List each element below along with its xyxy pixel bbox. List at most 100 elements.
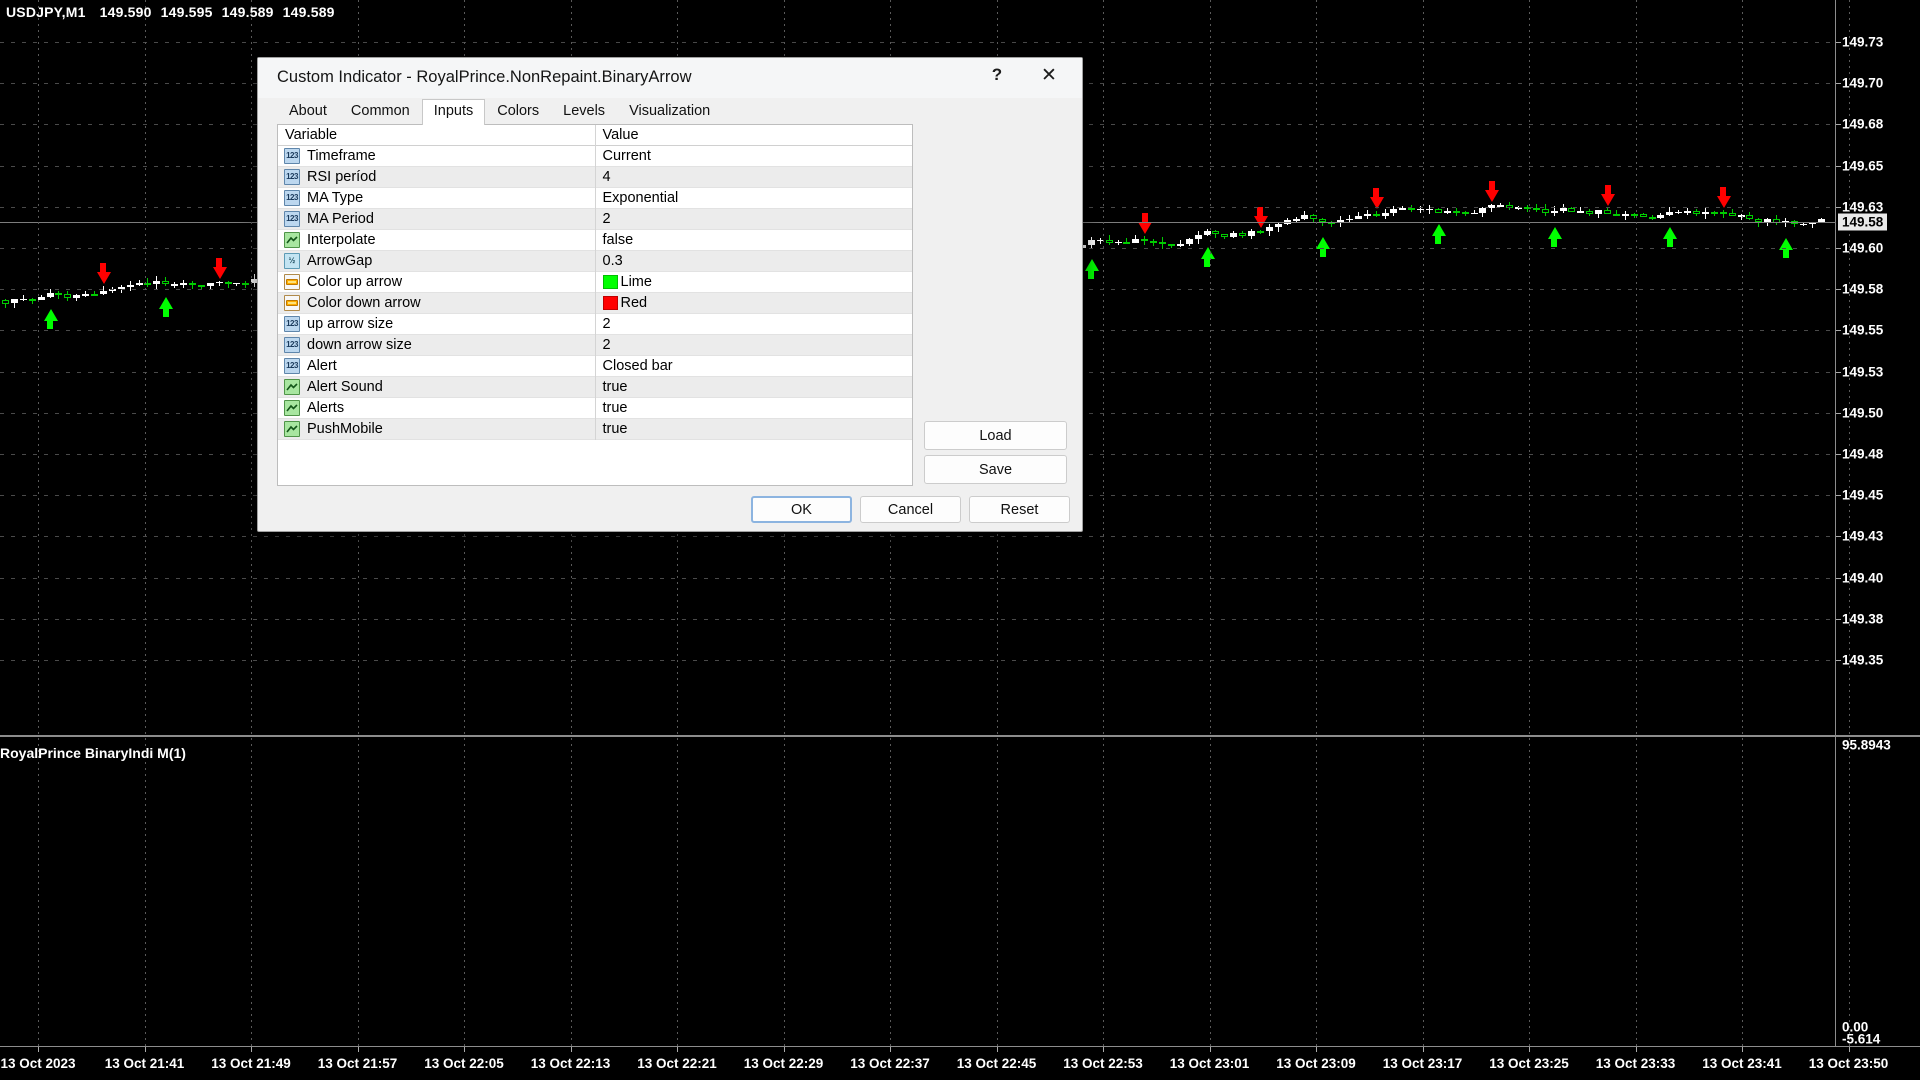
buy-signal-arrow-stem [1782,248,1789,258]
sell-signal-arrow-stem [100,263,107,274]
dialog-titlebar[interactable]: Custom Indicator - RoyalPrince.NonRepain… [258,58,1082,98]
value-cell[interactable]: Current [595,145,912,166]
candle-body [1141,238,1149,241]
price-tickmark [1836,454,1841,455]
value-cell[interactable]: Closed bar [595,355,912,376]
grid-line-horizontal [0,577,1836,579]
table-row[interactable]: Alert Sound true [278,376,912,397]
price-tickmark [1836,42,1841,43]
value-cell[interactable]: 2 [595,334,912,355]
save-button[interactable]: Save [924,455,1067,484]
value-text: true [602,399,628,416]
value-cell[interactable]: Lime [595,271,912,292]
pane-divider [0,735,1920,737]
candle-body [1666,212,1674,216]
value-cell[interactable]: true [595,418,912,439]
value-cell[interactable]: Red [595,292,912,313]
candle-body [242,282,250,285]
table-row[interactable]: Color down arrow Red [278,292,912,313]
inputs-table-container[interactable]: Variable Value 123 Timeframe Current 123 RSI… [277,124,913,486]
tab-visualization[interactable]: Visualization [617,99,722,124]
time-tickmark [677,1047,678,1052]
price-tick-label: 149.65 [1842,158,1884,174]
time-tick-label: 13 Oct 21:41 [104,1056,185,1071]
candle-body [1354,215,1362,219]
table-row[interactable]: ½ ArrowGap 0.3 [278,250,912,271]
time-axis[interactable]: 13 Oct 2023 13 Oct 21:41 13 Oct 21:49 13 Oc… [0,1047,1920,1080]
price-tickmark [1836,495,1841,497]
grid-line-horizontal [0,660,1836,661]
variable-cell: Color down arrow [278,292,596,313]
value-cell[interactable]: 0.3 [595,250,912,271]
variable-cell: 123 up arrow size [278,313,596,334]
tab-inputs[interactable]: Inputs [421,99,486,125]
dialog-tabs[interactable]: About Common Inputs Colors Levels Visualizati… [277,99,722,125]
candle-body [1301,215,1309,220]
tab-common[interactable]: Common [339,99,422,124]
color-swatch [602,274,618,289]
candle-body [1381,212,1389,217]
price-tickmark [1836,330,1841,332]
candle-body [1372,214,1380,217]
table-row[interactable]: 123 Timeframe Current [278,145,912,166]
candle-body [1443,210,1451,213]
time-tick-label: 13 Oct 22:37 [850,1056,930,1071]
table-row[interactable]: 123 MA Period 2 [278,208,912,229]
candle-body [126,284,134,288]
candle-body [1150,240,1158,243]
value-cell[interactable]: true [595,376,912,397]
value-text: 2 [602,336,611,353]
value-cell[interactable]: Exponential [595,187,912,208]
grid-line-vertical [38,0,39,1047]
candle-body [206,283,214,286]
buy-signal-arrow-stem [47,319,53,329]
table-row[interactable]: Color up arrow Lime [278,271,912,292]
table-row[interactable]: 123 RSI períod 4 [278,166,912,187]
col-header-variable: Variable [278,125,596,145]
table-row[interactable]: 123 Alert Closed bar [278,355,912,376]
value-text: Red [620,294,648,311]
value-cell[interactable]: 2 [595,208,912,229]
sell-signal-arrow-stem [1257,206,1264,217]
load-button[interactable]: Load [924,421,1067,450]
value-cell[interactable]: 2 [595,313,912,334]
price-tick-label: 149.58 [1842,281,1884,297]
candle-body [1737,215,1745,217]
value-cell[interactable]: 4 [595,166,912,187]
quote-close: 149.589 [282,4,335,20]
table-row[interactable]: 123 down arrow size 2 [278,334,912,355]
bool-icon [284,399,300,416]
table-row[interactable]: PushMobile true [278,418,912,439]
grid-line-vertical [1209,0,1211,1047]
cancel-button[interactable]: Cancel [860,496,961,523]
variable-cell: Alerts [278,397,596,418]
table-row[interactable]: 123 MA Type Exponential [278,187,912,208]
table-row[interactable]: Alerts true [278,397,912,418]
table-row[interactable]: 123 up arrow size 2 [278,313,912,334]
value-cell[interactable]: false [595,229,912,250]
variable-cell: Color up arrow [278,271,596,292]
sell-signal-arrow-stem [1604,184,1611,195]
candle-body [233,282,241,285]
tab-colors[interactable]: Colors [485,99,551,124]
time-tick-label: 13 Oct 22:21 [637,1056,717,1071]
time-tickmark [996,1047,998,1052]
close-icon[interactable]: ✕ [1026,59,1072,91]
price-tickmark [1836,412,1841,414]
tab-about[interactable]: About [277,99,339,124]
grid-line-vertical [144,0,146,1047]
help-icon[interactable]: ? [974,59,1020,91]
price-tick-label: 149.55 [1842,322,1884,338]
reset-button[interactable]: Reset [969,496,1070,523]
candle-body [1159,241,1166,245]
indicator-tick-label: 95.8943 [1842,737,1891,753]
table-row[interactable]: Interpolate false [278,229,912,250]
custom-indicator-dialog[interactable]: Custom Indicator - RoyalPrince.NonRepain… [257,57,1083,532]
ok-button[interactable]: OK [751,496,852,523]
value-cell[interactable]: true [595,397,912,418]
candle-body [10,299,18,304]
tab-levels[interactable]: Levels [551,99,617,124]
candle-body [1221,234,1229,237]
indicator-subwindow-pane[interactable] [0,739,1920,1047]
candle-body [1176,243,1184,247]
